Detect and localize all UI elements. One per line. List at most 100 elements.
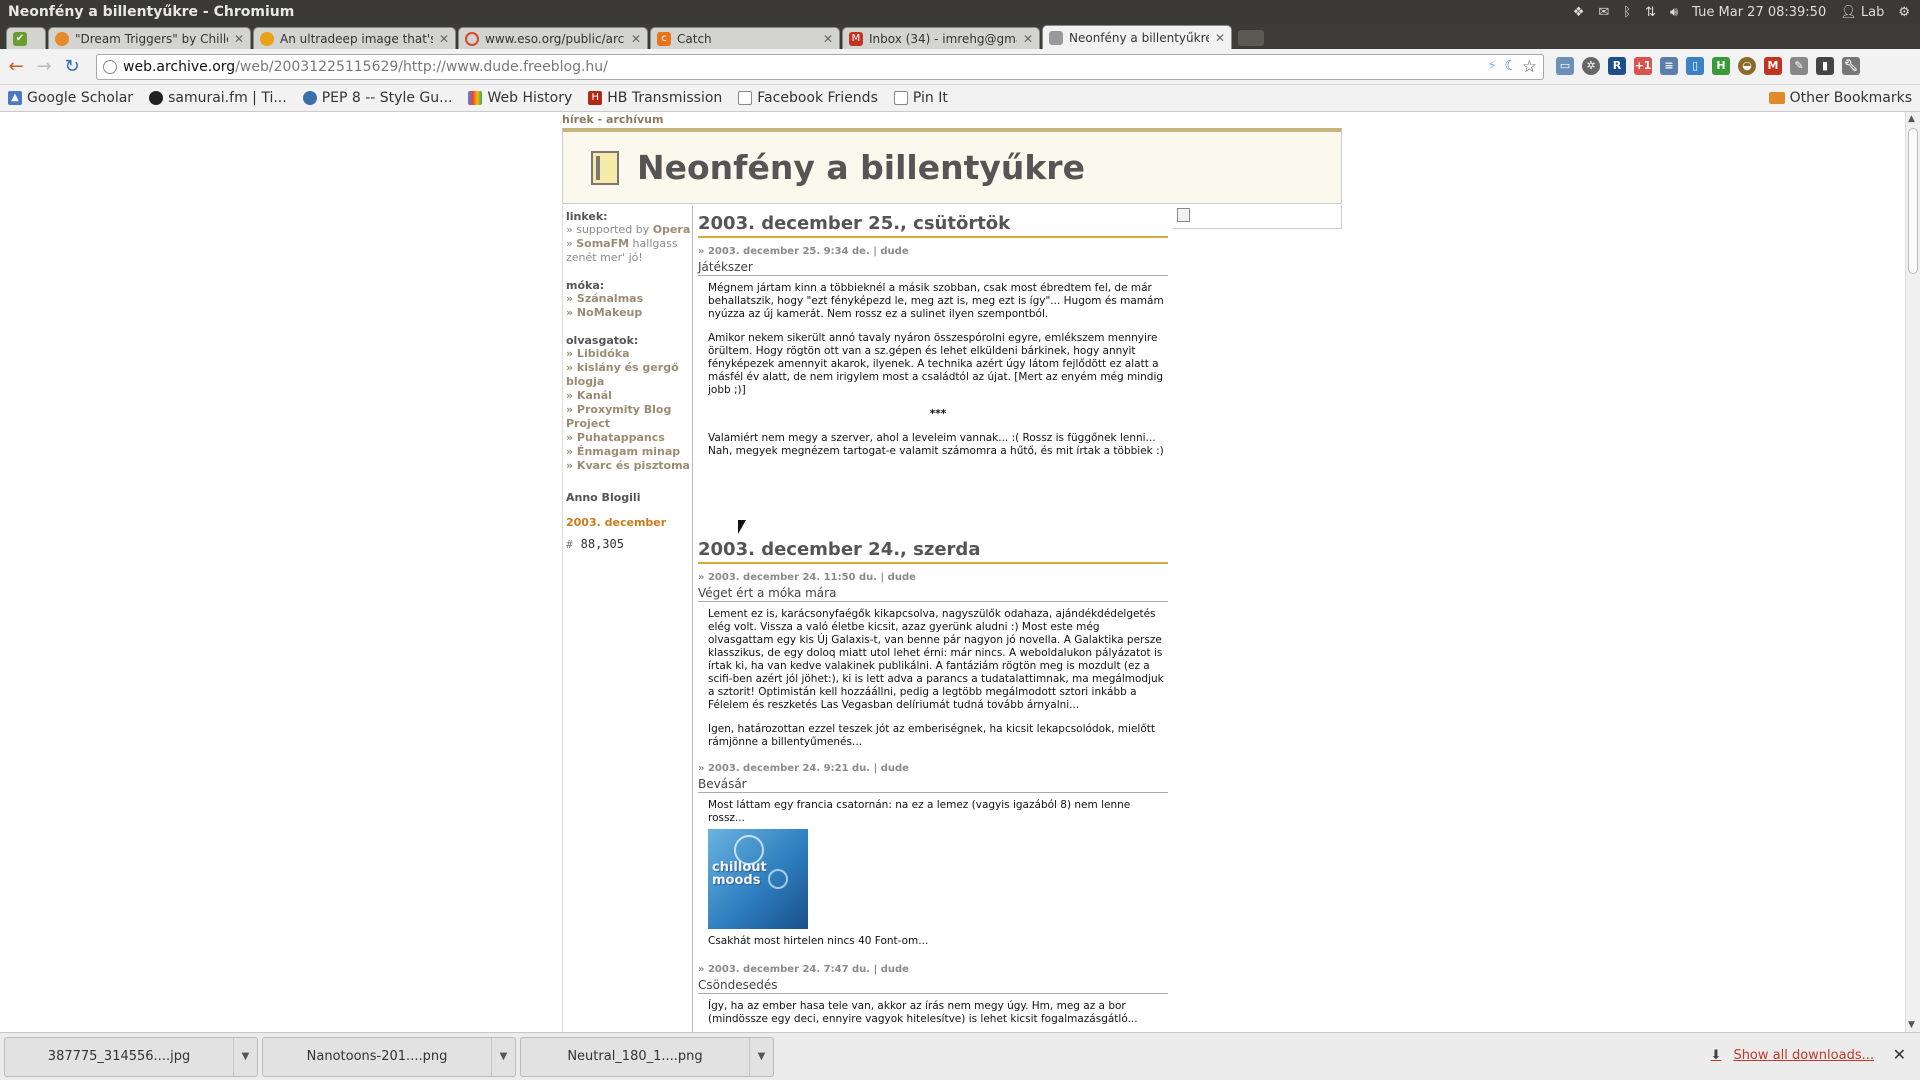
forward-icon[interactable]: → [32,56,56,77]
download-item[interactable]: Nanotoons-201....png ▼ [262,1036,516,1077]
post-meta[interactable]: » 2003. december 25. 9:34 de. | dude [698,246,1168,257]
network-icon[interactable]: ⇅ [1645,5,1656,20]
link-puhatappancs[interactable]: » Puhatappancs [566,431,692,445]
download-menu-icon[interactable]: ▼ [749,1037,773,1076]
user-menu[interactable]: 👤︎ Lab [1840,5,1884,20]
bookmark-web-history[interactable]: Web History [468,90,572,106]
close-tab-icon[interactable]: ✕ [234,32,244,46]
vertical-scrollbar[interactable]: ▲ ▼ [1905,112,1920,1032]
address-bar[interactable]: web.archive.org/web/20031225115629/http:… [96,54,1544,80]
close-shelf-icon[interactable]: ✕ [1893,1045,1906,1064]
post-title: Véget ért a móka mára [698,586,1168,602]
lightning-icon[interactable]: ⚡ [1487,58,1497,74]
bookmark-samurai[interactable]: samurai.fm | Ti... [149,90,287,106]
post-meta[interactable]: » 2003. december 24. 9:21 du. | dude [698,763,1168,774]
tab-ultradeep[interactable]: An ultradeep image that's ✕ [253,27,456,49]
new-tab-button[interactable] [1238,30,1264,46]
window-title: Neonfény a billentyűkre - Chromium [8,4,295,20]
visit-counter: #88,305 [566,537,624,551]
hb-icon: H [588,91,603,105]
reload-icon[interactable]: ↻ [60,56,84,77]
day-heading: 2003. december 25., csütörtök [698,213,1168,238]
tab-neonfeny[interactable]: Neonfény a billentyűkre ✕ [1042,25,1232,49]
site-icon [260,31,274,46]
download-menu-icon[interactable]: ▼ [233,1037,257,1076]
moon-icon[interactable]: ☾ [1504,58,1517,74]
scroll-thumb[interactable] [1908,128,1918,274]
session-gear-icon[interactable]: ⚙ [1898,5,1910,20]
post-meta[interactable]: » 2003. december 24. 7:47 du. | dude [698,964,1168,975]
extension-plus-icon[interactable]: +1 [1634,57,1652,75]
extension-window-icon[interactable]: ▭ [1556,57,1574,75]
post-body: Így, ha az ember hasa tele van, akkor az… [708,1000,1138,1025]
url-host: web.archive.org [123,59,236,75]
extension-h-icon[interactable]: H [1712,57,1730,75]
tab-inbox[interactable]: M Inbox (34) - imrehg@gmai ✕ [842,27,1040,49]
post-meta[interactable]: » 2003. december 24. 11:50 du. | dude [698,572,1168,583]
download-shelf: 387775_314556....jpg ▼ Nanotoons-201....p… [0,1032,1920,1080]
close-tab-icon[interactable]: ✕ [823,32,833,46]
download-item[interactable]: Neutral_180_1....png ▼ [520,1036,774,1077]
dropbox-icon[interactable]: ❖ [1573,5,1585,20]
close-tab-icon[interactable]: ✕ [1215,31,1225,45]
link-enmagam[interactable]: » Énmagam minap [566,445,692,459]
extension-stack-icon[interactable]: ≡ [1660,57,1678,75]
links-heading: linkek: [566,210,608,223]
archive-month-link[interactable]: 2003. december [566,516,692,529]
tab-dream-triggers[interactable]: "Dream Triggers" by Chille ✕ [48,27,251,49]
catch-icon: c [657,31,671,46]
extension-bowl-icon[interactable]: ◒ [1738,57,1756,75]
link-kanal[interactable]: » Kanál [566,389,692,403]
link-szanalmas[interactable]: » Szánalmas [566,292,692,306]
bookmark-star-icon[interactable]: ☆ [1522,57,1537,77]
archive-link[interactable]: archívum [606,113,663,126]
download-item[interactable]: 387775_314556....jpg ▼ [4,1036,258,1077]
extension-pin-icon[interactable]: ▮ [1816,57,1834,75]
close-tab-icon[interactable]: ✕ [631,32,641,46]
extension-page-icon[interactable]: ▯ [1686,57,1704,75]
scroll-down-icon[interactable]: ▼ [1908,1020,1915,1030]
bookmark-hb-transmission[interactable]: H HB Transmission [588,90,722,106]
notebook-icon [591,150,619,185]
clock[interactable]: Tue Mar 27 08:39:50 [1692,5,1826,20]
bookmark-pin-it[interactable]: Pin It [893,90,948,106]
link-nomakeup[interactable]: » NoMakeup [566,306,692,320]
extension-gear-icon[interactable]: ✲ [1582,57,1600,75]
google-icon [468,91,483,105]
bookmark-pep8[interactable]: PEP 8 -- Style Gu... [302,90,452,106]
link-proxymity[interactable]: » Proxymity Blog Project [566,403,692,431]
python-icon [302,91,317,105]
news-link[interactable]: hírek [562,113,594,126]
bookmark-google-scholar[interactable]: ▲ Google Scholar [8,90,133,106]
mail-icon[interactable]: ✉ [1598,5,1609,20]
link-opera[interactable]: » supported by Opera [566,223,692,237]
system-tray: ❖ ✉ ᛒ ⇅ 🔊︎ Tue Mar 27 08:39:50 👤︎ Lab ⚙ [1573,5,1920,20]
extension-pen-icon[interactable]: ✎ [1790,57,1808,75]
show-all-downloads-link[interactable]: ⬇ Show all downloads... [1711,1048,1874,1063]
tab-eso[interactable]: www.eso.org/public/archi ✕ [458,27,648,49]
download-menu-icon[interactable]: ▼ [491,1037,515,1076]
close-tab-icon[interactable]: ✕ [439,32,449,46]
extension-icons: ▭ ✲ R +1 ≡ ▯ H ◒ M ✎ ▮ 🔧︎ [1556,57,1860,75]
close-tab-icon[interactable]: ✕ [1023,32,1033,46]
scroll-up-icon[interactable]: ▲ [1908,114,1915,124]
page-info-icon[interactable] [103,60,117,74]
tab-pinned[interactable]: ✔ [6,27,46,49]
post-body: Most láttam egy francia csatornán: na ez… [708,799,1131,947]
tab-catch[interactable]: c Catch ✕ [650,27,840,49]
extension-r-icon[interactable]: R [1608,57,1626,75]
lastfm-icon [55,31,69,46]
link-kislany[interactable]: » kislány és gergő blogja [566,361,692,389]
link-somafm[interactable]: » SomaFM hallgass zenét mer' jó! [566,237,692,265]
browser-toolbar: ← → ↻ web.archive.org/web/20031225115629… [0,49,1920,85]
other-bookmarks[interactable]: Other Bookmarks [1768,90,1912,106]
wrench-menu-icon[interactable]: 🔧︎ [1842,57,1860,75]
back-icon[interactable]: ← [4,56,28,77]
bookmark-facebook-friends[interactable]: Facebook Friends [738,90,878,106]
blog-title[interactable]: Neonfény a billentyűkre [637,148,1085,187]
link-kvarc[interactable]: » Kvarc és pisztoma [566,459,692,473]
extension-gmail-icon[interactable]: M [1764,57,1782,75]
volume-icon[interactable]: 🔊︎ [1670,5,1678,20]
link-libidoka[interactable]: » Libidóka [566,347,692,361]
bluetooth-icon[interactable]: ᛒ [1623,5,1631,20]
